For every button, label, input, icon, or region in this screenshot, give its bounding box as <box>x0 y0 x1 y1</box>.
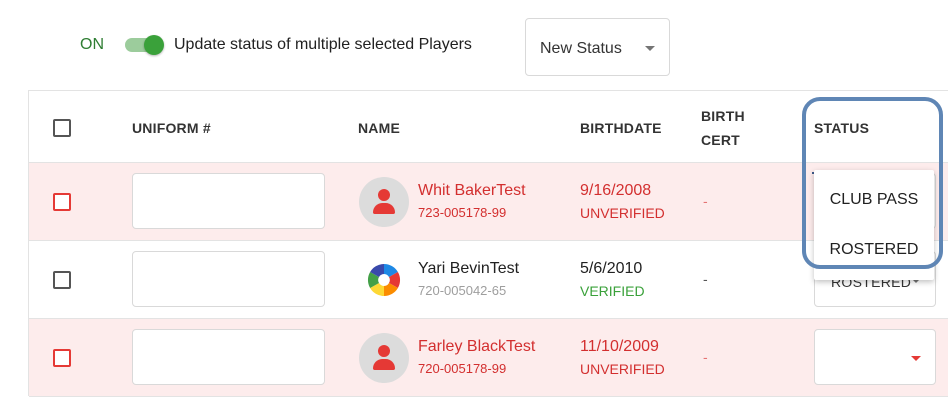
player-name[interactable]: Whit BakerTest <box>418 182 526 200</box>
new-status-label: New Status <box>540 40 622 57</box>
chevron-down-icon <box>645 46 655 51</box>
status-select[interactable] <box>814 329 936 385</box>
verification-status: VERIFIED <box>580 283 645 299</box>
row-checkbox[interactable] <box>53 271 71 289</box>
header-birthdate: BIRTHDATE <box>580 120 662 136</box>
player-name[interactable]: Farley BlackTest <box>418 338 535 356</box>
birthdate: 11/10/2009 <box>580 338 659 355</box>
player-id: 720-005178-99 <box>418 361 507 376</box>
toggle-knob <box>144 35 164 55</box>
bulk-update-toolbar: ON Update status of multiple selected Pl… <box>0 0 948 90</box>
table-header: UNIFORM # NAME BIRTHDATE BIRTH CERT STAT… <box>29 91 948 163</box>
uniform-number-input[interactable] <box>132 251 325 307</box>
birth-cert: - <box>703 349 708 365</box>
verification-status: UNVERIFIED <box>580 361 665 377</box>
person-icon-body <box>373 203 395 214</box>
new-status-select[interactable]: New Status <box>525 18 670 76</box>
table-row: Yari BevinTest 720-005042-65 5/6/2010 VE… <box>29 241 948 319</box>
header-name: NAME <box>358 120 401 136</box>
header-birth-cert-line1: BIRTH <box>701 108 745 124</box>
uniform-number-input[interactable] <box>132 329 325 385</box>
person-icon-body <box>373 359 395 370</box>
player-avatar <box>359 177 409 227</box>
person-icon-head <box>378 345 390 357</box>
birthdate: 9/16/2008 <box>580 182 652 199</box>
birthdate: 5/6/2010 <box>580 260 643 277</box>
person-icon-head <box>378 189 390 201</box>
row-checkbox[interactable] <box>53 193 71 211</box>
row-checkbox[interactable] <box>53 349 71 367</box>
status-dropdown-menu: CLUB PASS ROSTERED <box>814 170 934 280</box>
header-birth-cert-line2: CERT <box>701 132 740 148</box>
toggle-state-label: ON <box>80 36 104 53</box>
player-name[interactable]: Yari BevinTest <box>418 260 519 278</box>
table-row: Farley BlackTest 720-005178-99 11/10/200… <box>29 319 948 397</box>
birth-cert: - <box>703 271 708 287</box>
toggle-description: Update status of multiple selected Playe… <box>174 36 472 53</box>
uniform-number-input[interactable] <box>132 173 325 229</box>
select-all-checkbox[interactable] <box>53 119 71 137</box>
header-status: STATUS <box>814 120 870 136</box>
dropdown-option-club-pass[interactable]: CLUB PASS <box>814 175 934 225</box>
dropdown-option-rostered[interactable]: ROSTERED <box>814 225 934 275</box>
birth-cert: - <box>703 193 708 209</box>
table-row: Whit BakerTest 723-005178-99 9/16/2008 U… <box>29 163 948 241</box>
bulk-update-toggle[interactable] <box>125 35 165 55</box>
player-avatar <box>359 333 409 383</box>
verification-status: UNVERIFIED <box>580 205 665 221</box>
club-logo-icon <box>367 263 401 297</box>
header-uniform: UNIFORM # <box>132 120 211 136</box>
player-id: 723-005178-99 <box>418 205 507 220</box>
players-table: UNIFORM # NAME BIRTHDATE BIRTH CERT STAT… <box>28 90 948 397</box>
player-id: 720-005042-65 <box>418 283 507 298</box>
chevron-down-icon <box>911 356 921 361</box>
